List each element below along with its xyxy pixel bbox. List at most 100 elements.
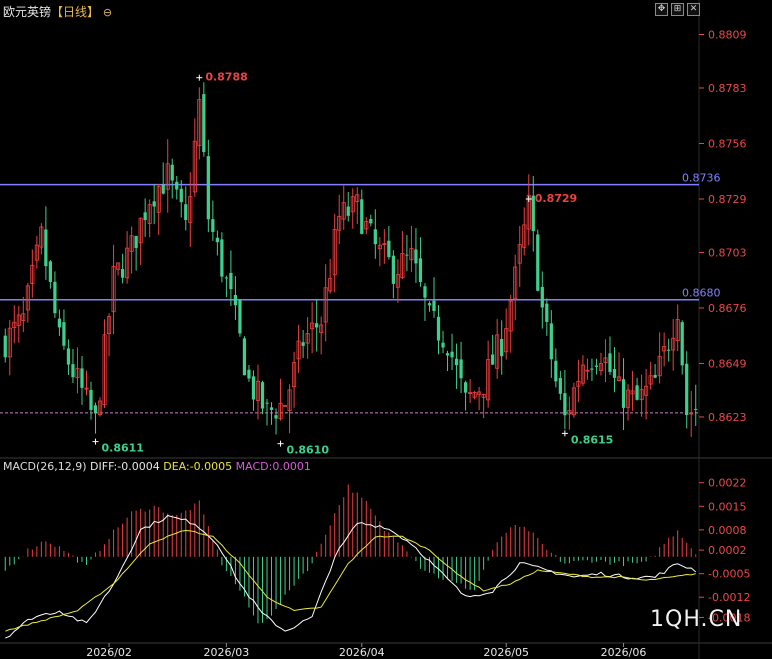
candle-body [57, 318, 62, 328]
candle-body [251, 376, 256, 400]
candle-body [418, 258, 423, 282]
expand-icon[interactable]: ⊞ [671, 3, 684, 16]
candle-body [432, 300, 436, 311]
watermark: 1QH.CN [650, 607, 743, 632]
candle-body [206, 156, 210, 220]
candle-body [545, 303, 549, 322]
candle-body [224, 277, 229, 279]
candle-body [215, 237, 219, 243]
price-tick-label: 0.8809 [708, 29, 747, 42]
extreme-label: 0.8788 [205, 71, 247, 84]
candle-body [242, 338, 247, 376]
candle-body [93, 405, 98, 414]
level-label: 0.8680 [682, 287, 721, 300]
candle-body [202, 94, 206, 153]
candle-body [685, 363, 689, 416]
period-selector[interactable]: 【日线】 [51, 5, 99, 19]
candle-body [247, 369, 251, 379]
extreme-label: 0.8611 [102, 442, 144, 455]
candle-body [89, 389, 93, 410]
candle-body [315, 323, 319, 328]
candle-body [179, 188, 183, 203]
candle-body [170, 164, 174, 181]
candle-body [635, 385, 639, 400]
date-tick-label: 2026/02 [86, 646, 132, 659]
price-tick-label: 0.8783 [708, 82, 747, 95]
macd-legend: MACD(26,12,9) DIFF:-0.0004 DEA:-0.0005 M… [3, 460, 311, 473]
date-tick-label: 2026/05 [483, 646, 529, 659]
candle-body [184, 204, 188, 221]
candle-body [143, 212, 147, 221]
close-icon[interactable]: ✕ [687, 3, 700, 16]
price-tick-label: 0.8703 [708, 246, 747, 259]
level-label: 0.8736 [682, 172, 721, 185]
macd-tick-label: 0.0015 [708, 500, 747, 513]
extreme-label: 0.8615 [571, 433, 613, 446]
date-tick-label: 2026/03 [204, 646, 250, 659]
macd-tick-label: 0.0008 [708, 524, 747, 537]
move-icon[interactable]: ✥ [655, 3, 668, 16]
candle-body [152, 201, 156, 207]
candle-body [53, 281, 57, 314]
chart-toolbar: ✥ ⊞ ✕ [655, 3, 700, 16]
candle-body [441, 342, 445, 348]
macd-diff-value: DIFF:-0.0004 [90, 460, 160, 473]
candle-body [301, 342, 305, 346]
candle-body [387, 240, 391, 258]
candle-body [238, 300, 242, 334]
extreme-label: 0.8610 [287, 444, 330, 457]
candle-body [554, 360, 558, 382]
macd-tick-label: 0.0002 [708, 544, 747, 557]
chart-title: 欧元英镑【日线】 ⊖ [3, 3, 112, 20]
price-tick-label: 0.8649 [708, 357, 747, 370]
candle-body [220, 239, 224, 277]
candle-body [500, 338, 504, 357]
candle-body [269, 407, 274, 410]
candle-body [445, 353, 450, 356]
date-tick-label: 2026/06 [601, 646, 647, 659]
macd-dea-value: DEA:-0.0005 [163, 460, 233, 473]
macd-hist-value: MACD:0.0001 [235, 460, 311, 473]
candle-body [265, 402, 269, 404]
candle-body [608, 353, 612, 372]
macd-tick-label: 0.0022 [708, 477, 747, 490]
candle-body [558, 378, 562, 394]
candle-body [360, 199, 364, 234]
candlestick-chart: 0.8809 0.8783 0.8756 0.8729 0.8703 0.8676 0.86… [0, 0, 772, 659]
candle-body [62, 322, 66, 346]
candle-body [423, 286, 427, 298]
zoom-out-icon[interactable]: ⊖ [103, 6, 112, 19]
candle-body [229, 272, 233, 290]
instrument-name: 欧元英镑 [3, 5, 52, 19]
candle-body [653, 374, 657, 378]
candle-body [211, 219, 215, 232]
candle-body [274, 415, 278, 419]
candle-body [161, 184, 165, 194]
candle-body [549, 323, 553, 360]
candle-body [436, 316, 441, 341]
candle-body [260, 382, 265, 409]
macd-tick-label: -0.0005 [708, 568, 750, 581]
price-tick-label: 0.8756 [708, 137, 747, 150]
candle-body [373, 229, 377, 245]
candle-body [563, 393, 567, 416]
candle-body [134, 235, 138, 249]
candle-body [120, 269, 125, 278]
price-tick-label: 0.8623 [708, 411, 747, 424]
candle-body [612, 369, 617, 378]
candle-body [427, 303, 432, 306]
candle-body [405, 254, 409, 256]
candle-body [540, 286, 544, 308]
candle-body [667, 349, 671, 351]
candle-body [3, 335, 7, 358]
candle-body [536, 234, 540, 291]
candle-body [346, 206, 350, 216]
candle-body [621, 379, 626, 408]
candle-body [590, 368, 594, 370]
price-tick-label: 0.8729 [708, 193, 747, 206]
candle-body [233, 294, 238, 306]
date-tick-label: 2026/04 [339, 646, 385, 659]
candle-body [369, 218, 373, 224]
candle-body [594, 365, 599, 367]
candle-body [283, 404, 288, 407]
